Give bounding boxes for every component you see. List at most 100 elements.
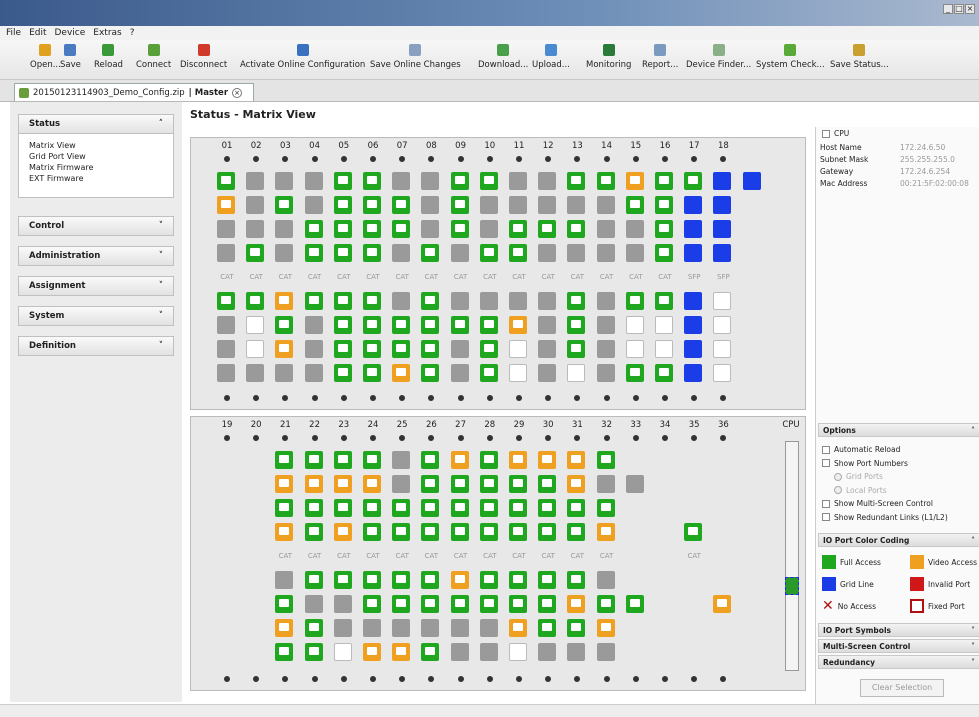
io-port[interactable] [304, 172, 323, 190]
io-port[interactable] [713, 244, 732, 262]
io-port[interactable] [742, 172, 761, 190]
io-port[interactable] [421, 220, 440, 238]
toolbar-button[interactable]: Report... [642, 44, 678, 70]
toolbar-button[interactable]: System Check... [756, 44, 825, 70]
io-port[interactable] [538, 523, 557, 541]
collapse-box-icon[interactable] [822, 129, 830, 138]
io-port[interactable] [392, 571, 411, 589]
io-port[interactable] [538, 196, 557, 214]
io-port[interactable] [392, 523, 411, 541]
io-port[interactable] [333, 196, 352, 214]
sidebar-section[interactable]: Definition ˅ [18, 336, 174, 356]
io-port[interactable] [625, 340, 644, 358]
io-port[interactable] [363, 340, 381, 358]
network-port-icon[interactable] [785, 577, 799, 595]
io-port[interactable] [275, 595, 294, 613]
io-port[interactable] [567, 571, 586, 589]
io-port[interactable] [509, 619, 527, 637]
io-port[interactable] [509, 172, 527, 190]
collapsed-section-header[interactable]: IO Port Symbols ˅ [818, 623, 979, 637]
maximize-button[interactable]: □ [954, 4, 964, 14]
io-port[interactable] [392, 475, 411, 493]
io-port[interactable] [217, 196, 235, 214]
io-port[interactable] [392, 316, 411, 334]
io-port[interactable] [479, 244, 498, 262]
io-port[interactable] [538, 220, 557, 238]
io-port[interactable] [421, 244, 440, 262]
io-port[interactable] [392, 499, 411, 517]
io-port[interactable] [333, 292, 352, 310]
io-port[interactable] [596, 172, 615, 190]
io-port[interactable] [421, 196, 440, 214]
io-port[interactable] [596, 451, 615, 469]
io-port[interactable] [509, 499, 527, 517]
io-port[interactable] [246, 220, 265, 238]
io-port[interactable] [479, 619, 498, 637]
io-port[interactable] [479, 523, 498, 541]
io-port[interactable] [304, 571, 323, 589]
io-port[interactable] [567, 595, 586, 613]
io-port[interactable] [538, 244, 557, 262]
io-port[interactable] [567, 451, 586, 469]
io-port[interactable] [479, 643, 498, 661]
sidebar-section[interactable]: Assignment ˅ [18, 276, 174, 296]
io-port[interactable] [421, 643, 440, 661]
io-port[interactable] [450, 172, 469, 190]
io-port[interactable] [392, 364, 411, 382]
io-port[interactable] [655, 220, 673, 238]
io-port[interactable] [275, 571, 294, 589]
toolbar-button[interactable]: Open... [30, 44, 61, 70]
io-port[interactable] [333, 571, 352, 589]
io-port[interactable] [275, 292, 294, 310]
io-port[interactable] [217, 172, 235, 190]
sidebar-section[interactable]: Control ˅ [18, 216, 174, 236]
io-port[interactable] [304, 316, 323, 334]
io-port[interactable] [625, 316, 644, 334]
io-port[interactable] [684, 244, 703, 262]
io-port[interactable] [246, 340, 265, 358]
io-port[interactable] [655, 172, 673, 190]
color-coding-header[interactable]: IO Port Color Coding ˄ [818, 533, 979, 547]
io-port[interactable] [538, 451, 557, 469]
io-port[interactable] [567, 364, 586, 382]
io-port[interactable] [450, 292, 469, 310]
toolbar-button[interactable]: Reload [94, 44, 123, 70]
io-port[interactable] [450, 595, 469, 613]
menu-file[interactable]: File [6, 28, 21, 38]
io-port[interactable] [333, 523, 352, 541]
io-port[interactable] [450, 619, 469, 637]
io-port[interactable] [421, 172, 440, 190]
io-port[interactable] [275, 475, 294, 493]
io-port[interactable] [509, 523, 527, 541]
io-port[interactable] [275, 196, 294, 214]
io-port[interactable] [421, 619, 440, 637]
toolbar-button[interactable]: Connect [136, 44, 171, 70]
io-port[interactable] [275, 220, 294, 238]
option-row[interactable]: Local Ports [834, 486, 887, 495]
io-port[interactable] [713, 364, 732, 382]
io-port[interactable] [333, 244, 352, 262]
io-port[interactable] [479, 499, 498, 517]
sidebar-item-grid-port-view[interactable]: Grid Port View [29, 151, 163, 162]
io-port[interactable] [596, 244, 615, 262]
io-port[interactable] [596, 643, 615, 661]
collapsed-section-header[interactable]: Multi-Screen Control ˅ [818, 639, 979, 653]
io-port[interactable] [392, 220, 411, 238]
radio-icon[interactable] [834, 472, 842, 481]
io-port[interactable] [363, 172, 381, 190]
io-port[interactable] [450, 475, 469, 493]
io-port[interactable] [450, 571, 469, 589]
io-port[interactable] [684, 523, 703, 541]
io-port[interactable] [509, 364, 527, 382]
io-port[interactable] [655, 292, 673, 310]
io-port[interactable] [217, 364, 235, 382]
io-port[interactable] [509, 643, 527, 661]
io-port[interactable] [246, 364, 265, 382]
io-port[interactable] [625, 475, 644, 493]
checkbox-icon[interactable] [822, 513, 830, 521]
io-port[interactable] [538, 619, 557, 637]
io-port[interactable] [509, 316, 527, 334]
io-port[interactable] [333, 364, 352, 382]
io-port[interactable] [655, 340, 673, 358]
io-port[interactable] [479, 196, 498, 214]
